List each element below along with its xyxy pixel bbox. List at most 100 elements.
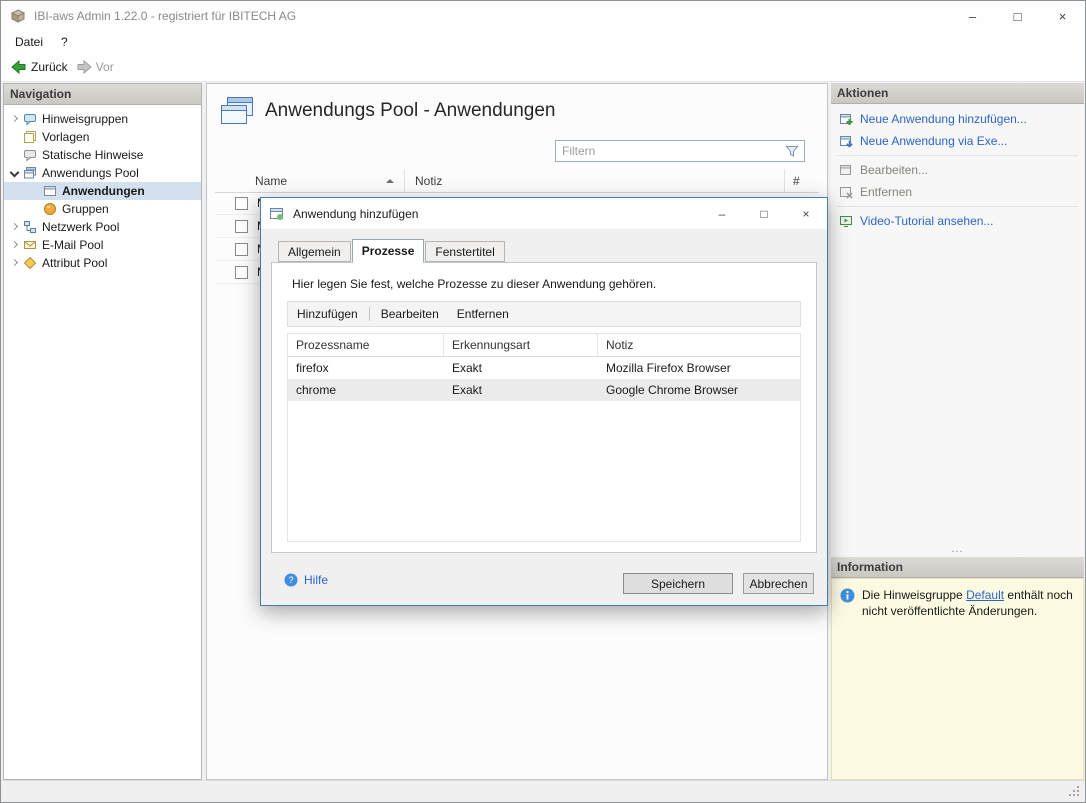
anwendungs-pool-icon (23, 166, 37, 180)
process-toolbar: Hinzufügen Bearbeiten Entfernen (287, 301, 801, 327)
filter-input[interactable] (556, 144, 785, 158)
menu-help[interactable]: ? (52, 31, 77, 53)
dialog-description: Hier legen Sie fest, welche Prozesse zu … (292, 277, 656, 291)
sort-ascending-icon (386, 179, 394, 183)
cancel-button[interactable]: Abbrechen (743, 573, 814, 594)
tree-label: Gruppen (62, 202, 109, 216)
navigation-header: Navigation (4, 84, 201, 105)
action-label: Bearbeiten... (860, 163, 928, 177)
minimize-button[interactable]: – (950, 1, 995, 31)
hinweisgruppen-icon (23, 112, 37, 126)
back-label: Zurück (31, 60, 68, 74)
tree-item-hinweisgruppen[interactable]: Hinweisgruppen (4, 110, 201, 128)
panel-splitter[interactable]: ... (831, 544, 1084, 554)
close-button[interactable]: × (1040, 1, 1085, 31)
default-group-link[interactable]: Default (966, 588, 1004, 602)
dialog-tab-content: Hier legen Sie fest, welche Prozesse zu … (271, 262, 817, 553)
tab-prozesse[interactable]: Prozesse (352, 239, 425, 263)
row-checkbox[interactable] (235, 197, 248, 210)
netzwerk-pool-icon (23, 220, 37, 234)
maximize-button[interactable]: □ (995, 1, 1040, 31)
dialog-minimize-button[interactable]: – (701, 198, 743, 229)
action-video-tutorial[interactable]: Video-Tutorial ansehen... (831, 210, 1084, 232)
tree-item-anwendungs-pool[interactable]: Anwendungs Pool (4, 164, 201, 182)
svg-text:?: ? (288, 575, 293, 585)
add-application-icon (839, 112, 853, 126)
tree-label: Anwendungen (62, 184, 145, 198)
actions-separator (837, 155, 1078, 156)
column-header-notiz[interactable]: Notiz (405, 170, 785, 192)
tree-item-vorlagen[interactable]: Vorlagen (4, 128, 201, 146)
tree-item-email-pool[interactable]: E-Mail Pool (4, 236, 201, 254)
tab-allgemein[interactable]: Allgemein (278, 241, 351, 262)
action-label: Neue Anwendung hinzufügen... (860, 112, 1027, 126)
attribut-pool-icon (23, 256, 37, 270)
tab-fenstertitel[interactable]: Fenstertitel (425, 241, 504, 262)
tree-item-anwendungen[interactable]: Anwendungen (4, 182, 201, 200)
actions-separator (837, 206, 1078, 207)
column-header-hash[interactable]: # (785, 170, 800, 192)
status-bar (1, 780, 1085, 802)
chevron-down-icon[interactable] (9, 167, 21, 179)
tree-item-netzwerk-pool[interactable]: Netzwerk Pool (4, 218, 201, 236)
back-arrow-icon (11, 59, 27, 75)
add-application-dialog: Anwendung hinzufügen – □ × Allgemein Pro… (260, 197, 828, 606)
filter-icon[interactable] (785, 144, 799, 158)
email-pool-icon (23, 238, 37, 252)
save-button[interactable]: Speichern (623, 573, 733, 594)
tree-item-gruppen[interactable]: Gruppen (4, 200, 201, 218)
forward-button[interactable]: Vor (72, 53, 118, 81)
back-button[interactable]: Zurück (7, 53, 72, 81)
row-checkbox[interactable] (235, 266, 248, 279)
tree-item-attribut-pool[interactable]: Attribut Pool (4, 254, 201, 272)
navigation-tree: Hinweisgruppen Vorlagen Statische Hinwei… (4, 105, 201, 272)
edit-process-button[interactable]: Bearbeiten (372, 302, 448, 326)
remove-icon (839, 185, 853, 199)
chevron-right-icon[interactable] (9, 257, 21, 269)
dialog-titlebar[interactable]: Anwendung hinzufügen – □ × (261, 198, 827, 229)
action-new-application-via-exe[interactable]: Neue Anwendung via Exe... (831, 130, 1084, 152)
tree-item-statische-hinweise[interactable]: Statische Hinweise (4, 146, 201, 164)
menu-datei[interactable]: Datei (6, 31, 52, 53)
action-edit[interactable]: Bearbeiten... (831, 159, 1084, 181)
action-label: Video-Tutorial ansehen... (860, 214, 993, 228)
titlebar[interactable]: IBI-aws Admin 1.22.0 - registriert für I… (1, 1, 1085, 31)
info-icon (840, 588, 855, 603)
row-checkbox[interactable] (235, 243, 248, 256)
help-link[interactable]: ? Hilfe (284, 573, 328, 587)
tree-label: E-Mail Pool (42, 238, 103, 252)
anwendungen-icon (43, 184, 57, 198)
process-list: Prozessname Erkennungsart Notiz firefox … (287, 333, 801, 542)
process-row-chrome[interactable]: chrome Exakt Google Chrome Browser (288, 379, 800, 401)
checkbox-column-header (215, 170, 249, 192)
remove-process-button[interactable]: Entfernen (448, 302, 518, 326)
chevron-right-icon[interactable] (9, 221, 21, 233)
dialog-title: Anwendung hinzufügen (293, 207, 701, 221)
chevron-right-icon[interactable] (9, 113, 21, 125)
column-header-prozessname[interactable]: Prozessname (288, 334, 444, 356)
process-row-firefox[interactable]: firefox Exakt Mozilla Firefox Browser (288, 357, 800, 379)
column-header-name[interactable]: Name (249, 170, 405, 192)
navigation-panel: Navigation Hinweisgruppen Vorlagen Stati… (3, 83, 202, 780)
add-process-button[interactable]: Hinzufügen (288, 302, 367, 326)
action-new-application[interactable]: Neue Anwendung hinzufügen... (831, 108, 1084, 130)
filter-box (555, 140, 805, 162)
edit-icon (839, 163, 853, 177)
toolbar-separator (369, 307, 370, 321)
row-checkbox[interactable] (235, 220, 248, 233)
app-icon (10, 8, 26, 24)
action-label: Entfernen (860, 185, 912, 199)
column-header-notiz[interactable]: Notiz (598, 334, 800, 356)
video-tutorial-icon (839, 214, 853, 228)
actions-header: Aktionen (831, 83, 1084, 104)
chevron-right-icon[interactable] (9, 239, 21, 251)
tree-label: Anwendungs Pool (42, 166, 139, 180)
dialog-maximize-button[interactable]: □ (743, 198, 785, 229)
action-label: Neue Anwendung via Exe... (860, 134, 1007, 148)
resize-grip-icon[interactable] (1069, 786, 1081, 798)
actions-list: Neue Anwendung hinzufügen... Neue Anwend… (831, 104, 1084, 557)
action-remove[interactable]: Entfernen (831, 181, 1084, 203)
forward-label: Vor (96, 60, 114, 74)
dialog-close-button[interactable]: × (785, 198, 827, 229)
column-header-erkennungsart[interactable]: Erkennungsart (444, 334, 598, 356)
